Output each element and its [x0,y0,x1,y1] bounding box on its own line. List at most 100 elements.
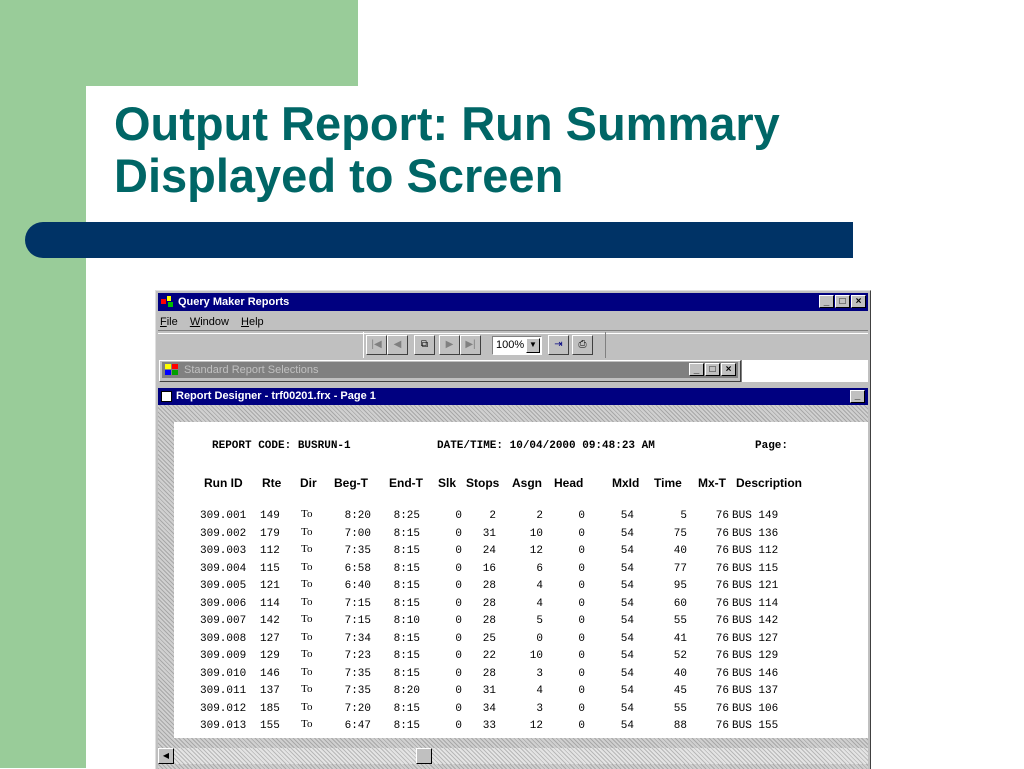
cell-stops: 22 [483,738,496,739]
cell-dir: To [301,508,313,520]
cell-description: BUS 121 [732,580,779,592]
standard-report-selections-window: Standard Report Selections _ □ × [159,360,741,382]
cell-time: 40 [673,545,687,557]
cell-rte: 129 [260,650,280,662]
cell-run-id: 309.001 [200,510,247,522]
cell-beg-t: 8:20 [344,510,371,522]
col-stops-header: Stops [466,476,500,490]
slide-title: Output Report: Run Summary Displayed to … [114,98,914,202]
cell-run-id: 309.014 [200,738,246,739]
cell-description: BUS 149 [732,510,779,522]
last-page-button[interactable]: ▶| [460,335,481,355]
cell-mx-t: 76 [715,615,729,627]
next-page-button[interactable]: ▶ [439,335,460,355]
report-selections-icon [165,364,178,375]
cell-rte: 138 [260,738,280,739]
cell-head: 0 [578,685,585,697]
cell-asgn: 2 [536,510,543,522]
cell-rte: 121 [260,580,280,592]
report-page[interactable]: REPORT CODE: BUSRUN-1 DATE/TIME: 10/04/2… [174,422,868,738]
std-window-blank-area [741,360,868,382]
cell-description: BUS 106 [732,702,779,715]
cell-end-t: 8:15 [393,545,420,557]
std-maximize-button[interactable]: □ [705,363,720,376]
cell-run-id: 309.011 [200,685,247,697]
col-description-header: Description [736,476,803,490]
app-title: Query Maker Reports [178,296,290,308]
cell-time: 95 [673,580,687,592]
cell-asgn: 12 [529,720,543,732]
cell-stops: 34 [482,702,496,715]
maximize-button[interactable]: □ [835,295,850,308]
cell-slk: 0 [455,615,462,627]
report-designer-minimize-button[interactable]: _ [850,390,865,403]
menu-window[interactable]: Window [190,316,229,328]
query-maker-app-icon [161,296,173,307]
cell-beg-t: 7:00 [344,527,371,540]
cell-slk: 0 [455,632,462,645]
cell-mxid: 54 [620,685,634,697]
table-row: 309.013 155 To 6:47 8:15 0 33 12 0 54 88 76 BUS 155 [174,718,868,737]
scroll-thumb[interactable] [416,748,432,764]
std-minimize-button[interactable]: _ [689,363,704,376]
cell-stops: 22 [482,650,496,662]
app-title-bar[interactable]: Query Maker Reports _ □ × [158,293,868,311]
table-row: 309.005 121 To 6:40 8:15 0 28 4 0 54 95 76 BUS 121 [174,578,868,597]
printer-icon[interactable]: ⎙ [572,335,593,355]
cell-asgn: 6 [536,562,543,575]
cell-time: 75 [673,527,687,540]
cell-time: 5 [680,510,687,522]
close-preview-button[interactable]: ⇥ [548,335,569,355]
close-button[interactable]: × [851,295,866,308]
cell-run-id: 309.006 [200,597,247,610]
std-close-button[interactable]: × [721,363,736,376]
table-row: 309.002 179 To 7:00 8:15 0 31 10 0 54 75 76 BUS 136 [174,526,868,545]
std-window-title-bar[interactable]: Standard Report Selections _ □ × [162,362,738,378]
cell-time: 40 [673,667,687,680]
cell-time: 88 [673,720,687,732]
col-rte-header: Rte [262,476,282,490]
cell-slk: 0 [455,720,462,732]
cell-beg-t: 6:47 [344,720,371,732]
report-designer-title-bar[interactable]: Report Designer - trf00201.frx - Page 1 … [158,388,868,405]
goto-page-button[interactable]: ⧉ [414,335,435,355]
cell-stops: 25 [482,632,496,645]
zoom-select[interactable]: 100% ▼ [492,336,542,355]
cell-stops: 28 [482,580,496,592]
prev-page-button[interactable]: ◀ [387,335,408,355]
table-row: 309.007 142 To 7:15 8:10 0 28 5 0 54 55 76 BUS 142 [174,613,868,632]
table-row: 309.009 129 To 7:23 8:15 0 22 10 0 54 52 76 BUS 129 [174,648,868,667]
horizontal-scrollbar[interactable]: ◀ [158,748,868,764]
app-window: Query Maker Reports _ □ × File Window Help… [155,290,871,769]
report-page-label: Page: [755,440,789,452]
cell-run-id: 309.002 [200,527,247,540]
cell-dir: To [301,736,312,739]
cell-run-id: 309.008 [200,632,247,645]
menu-file[interactable]: File [160,316,178,328]
report-designer-title: Report Designer - trf00201.frx - Page 1 [176,390,376,402]
menu-help[interactable]: Help [241,316,264,328]
cell-slk: 0 [455,650,462,662]
cell-description: BUS 112 [732,545,779,557]
cell-beg-t: 7:15 [344,615,371,627]
cell-mxid: 54 [620,597,634,610]
scroll-left-button[interactable]: ◀ [158,748,174,764]
cell-run-id: 309.013 [200,720,247,732]
col-mx-t-header: Mx-T [698,476,726,490]
cell-head: 0 [578,615,585,627]
cell-dir: To [301,613,313,625]
first-page-button[interactable]: |◀ [366,335,387,355]
cell-mxid: 54 [620,667,634,680]
cell-slk: 0 [455,527,462,540]
cell-head: 0 [578,597,585,610]
cell-description: BUS 137 [732,685,779,697]
cell-asgn: 4 [536,580,543,592]
minimize-button[interactable]: _ [819,295,834,308]
cell-time: 77 [673,562,687,575]
chevron-down-icon[interactable]: ▼ [526,338,540,353]
cell-description: BUS 142 [732,615,779,627]
cell-slk: 0 [455,580,462,592]
cell-mxid: 54 [620,632,634,645]
table-row: 309.001 149 To 8:20 8:25 0 2 2 0 54 5 76 BUS 149 [174,508,868,527]
cell-mxid: 54 [620,580,634,592]
